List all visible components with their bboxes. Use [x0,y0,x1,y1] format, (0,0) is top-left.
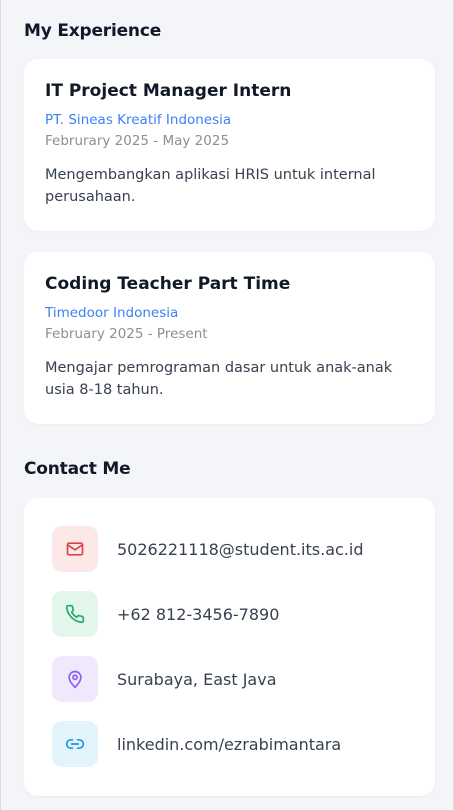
contact-heading: Contact Me [24,459,131,479]
contact-location-text: Surabaya, East Java [117,669,277,689]
link-icon [52,721,98,767]
experience-period: February 2025 - Present [45,326,208,342]
location-pin-icon [52,656,98,702]
contact-location: Surabaya, East Java [52,656,412,702]
experience-card: Coding Teacher Part Time Timedoor Indone… [24,252,435,424]
experience-card: IT Project Manager Intern PT. Sineas Kre… [24,59,435,231]
experience-company: Timedoor Indonesia [45,305,179,321]
mail-icon [52,526,98,572]
experience-company: PT. Sineas Kreatif Indonesia [45,112,232,128]
contact-phone[interactable]: +62 812-3456-7890 [52,591,412,637]
experience-heading: My Experience [24,21,162,41]
contact-email-text: 5026221118@student.its.ac.id [117,539,364,559]
experience-title: IT Project Manager Intern [45,81,292,101]
experience-title: Coding Teacher Part Time [45,274,291,294]
contact-linkedin[interactable]: linkedin.com/ezrabimantara [52,721,412,767]
contact-phone-text: +62 812-3456-7890 [117,604,280,624]
experience-description: Mengembangkan aplikasi HRIS untuk intern… [45,167,376,205]
contact-email[interactable]: 5026221118@student.its.ac.id [52,526,412,572]
contact-card: 5026221118@student.its.ac.id +62 812-345… [24,498,435,796]
contact-linkedin-text: linkedin.com/ezrabimantara [117,734,342,754]
experience-description: Mengajar pemrograman dasar untuk anak-an… [45,360,393,398]
phone-icon [52,591,98,637]
experience-period: Februrary 2025 - May 2025 [45,133,230,149]
